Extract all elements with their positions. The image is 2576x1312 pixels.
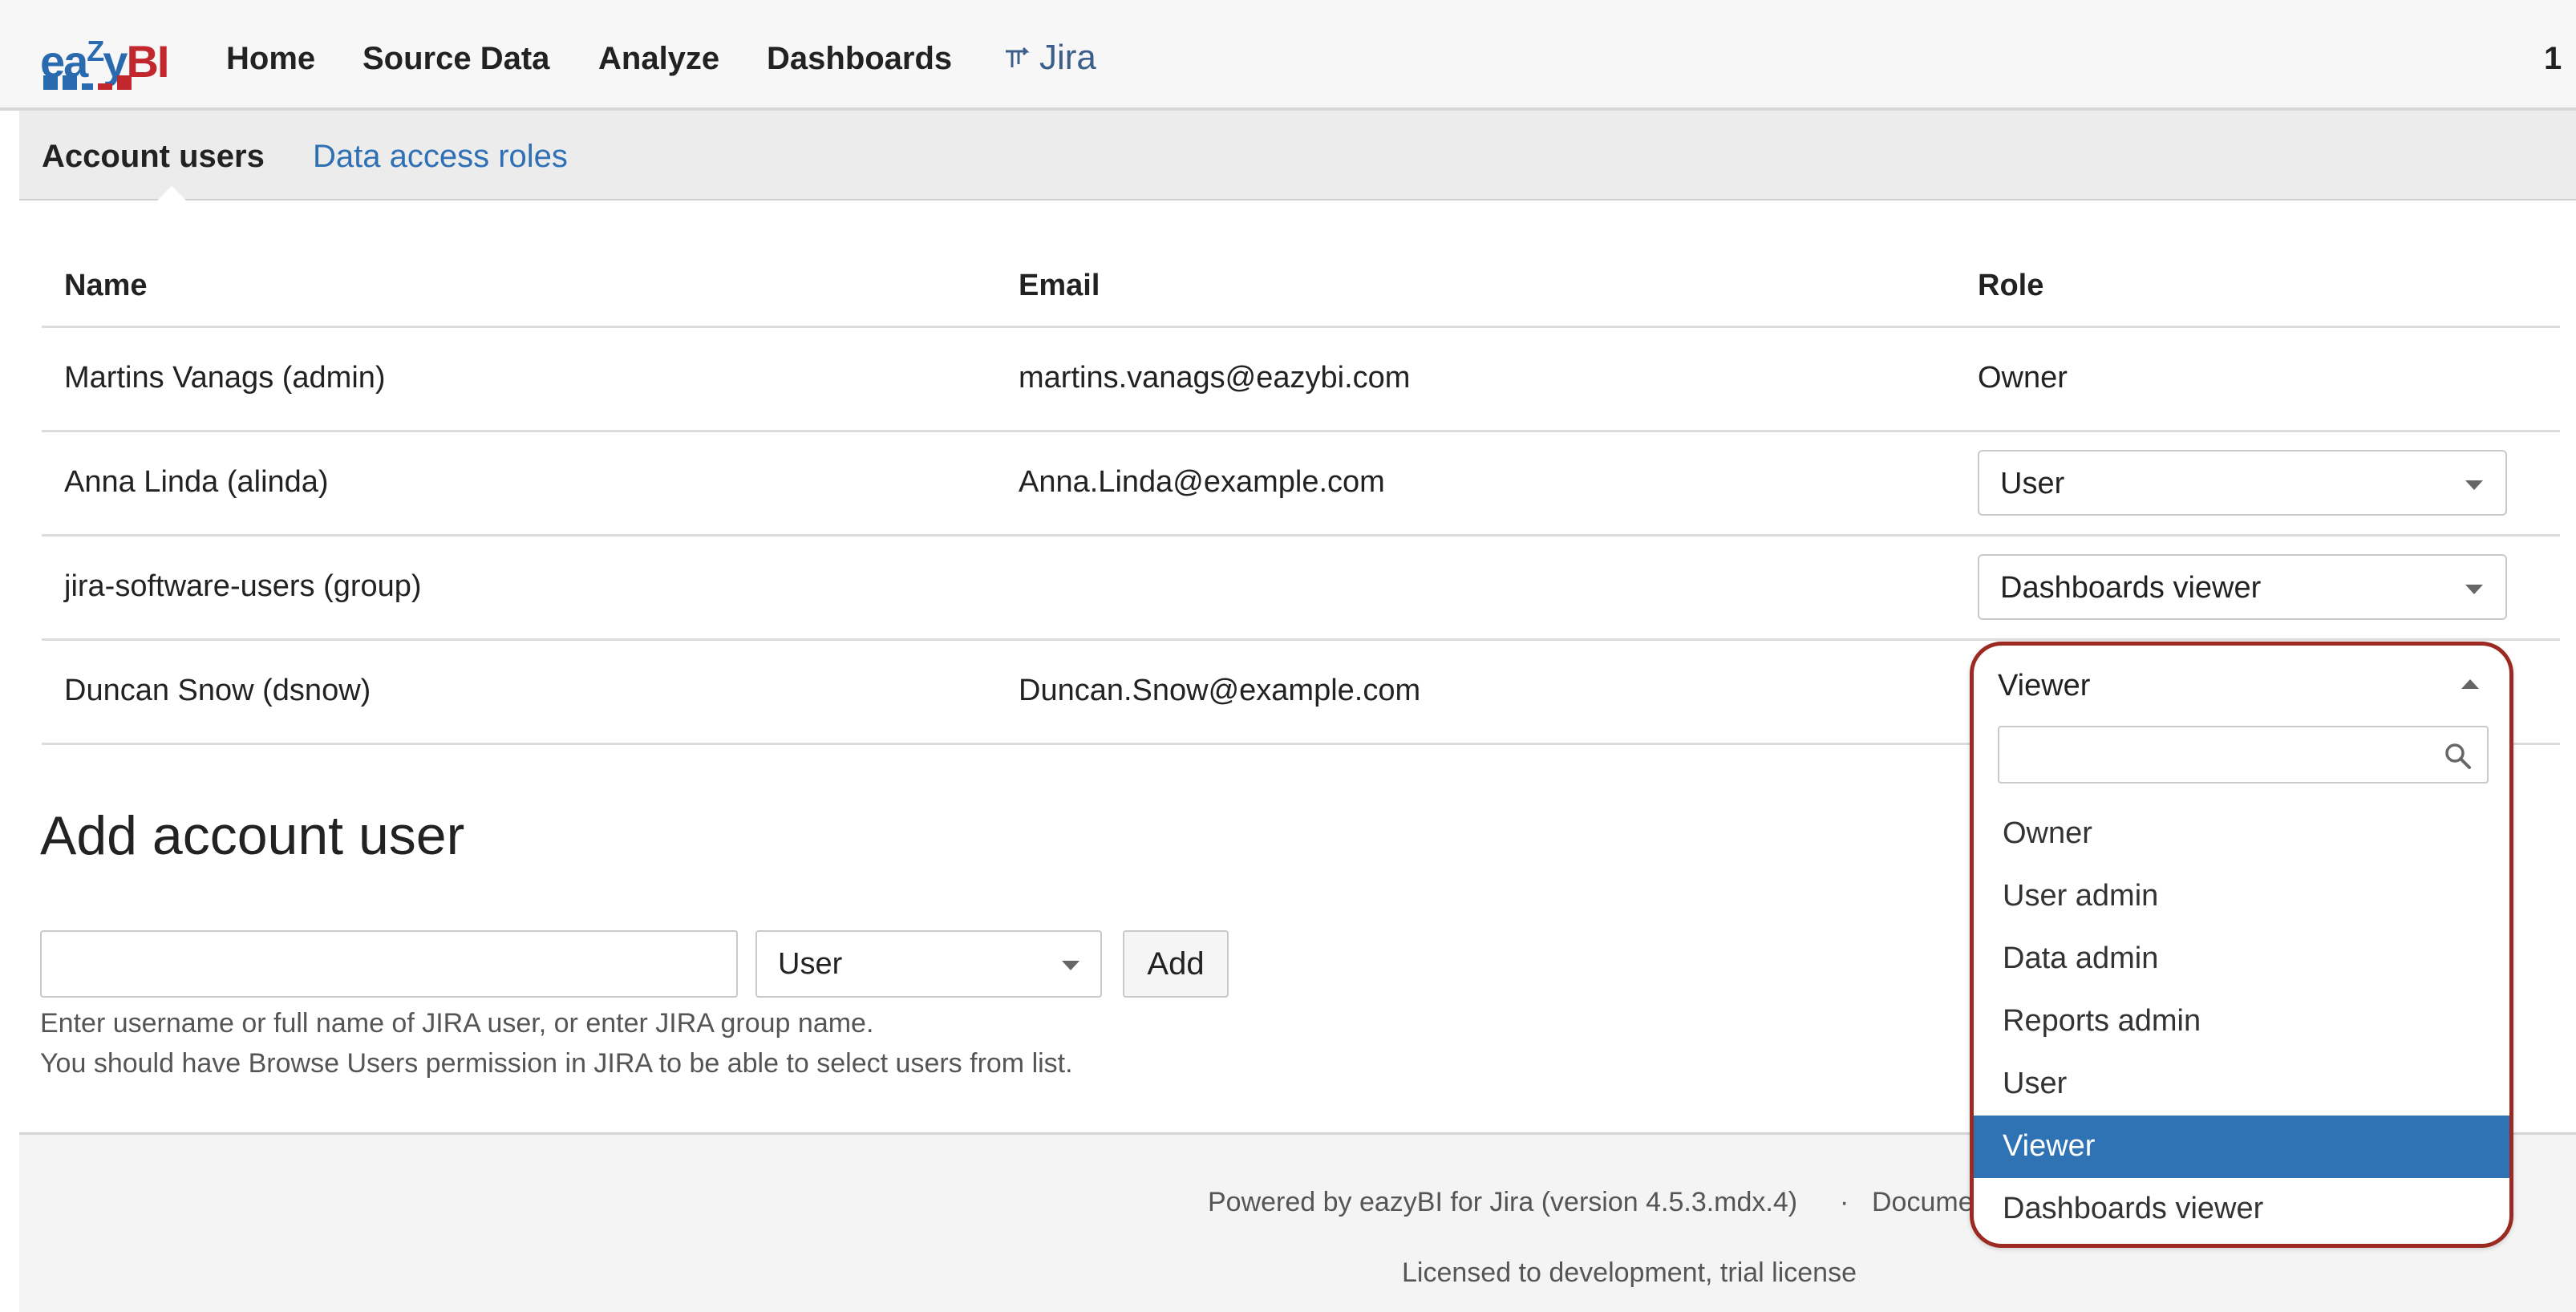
add-user-role-select[interactable]: User	[755, 930, 1102, 998]
table-row: Martins Vanags (admin) martins.vanags@ea…	[42, 328, 2560, 432]
user-name: jira-software-users (group)	[64, 569, 422, 603]
nav-home[interactable]: Home	[226, 38, 315, 79]
role-option-data-admin[interactable]: Data admin	[1974, 928, 2509, 990]
top-navigation: eaZyBI Home Source Data Analyze Dashboar…	[0, 0, 2576, 111]
role-option-list: Owner User admin Data admin Reports admi…	[1974, 803, 2509, 1241]
user-role: Owner	[1978, 361, 2068, 395]
user-name: Duncan Snow (dsnow)	[64, 674, 371, 707]
nav-jira-link[interactable]: Jira	[1002, 35, 1096, 80]
role-option-user-admin[interactable]: User admin	[1974, 865, 2509, 928]
logo-bars-icon	[43, 75, 136, 90]
role-option-user[interactable]: User	[1974, 1053, 2509, 1116]
table-row: Anna Linda (alinda) Anna.Linda@example.c…	[42, 432, 2560, 537]
table-row: jira-software-users (group) Dashboards v…	[42, 537, 2560, 641]
footer-separator: ·	[1840, 1187, 1849, 1217]
column-header-email: Email	[1019, 269, 1100, 302]
user-email: martins.vanags@eazybi.com	[1019, 361, 1411, 395]
help-text-line-1: Enter username or full name of JIRA user…	[40, 1008, 874, 1039]
help-text-line-2: You should have Browse Users permission …	[40, 1048, 1073, 1079]
nav-analyze[interactable]: Analyze	[598, 38, 719, 79]
search-icon	[2445, 743, 2471, 769]
table-header: Name Email Role	[42, 241, 2560, 328]
add-account-user-heading: Add account user	[40, 805, 465, 866]
jira-icon	[1006, 47, 1030, 67]
user-email: Duncan.Snow@example.com	[1019, 674, 1421, 707]
role-select-value: User	[2000, 467, 2065, 500]
footer-license: Licensed to development, trial license	[1402, 1257, 1857, 1288]
footer-powered-by: Powered by eazyBI for Jira (version 4.5.…	[1208, 1187, 1798, 1217]
role-select[interactable]: Dashboards viewer	[1978, 554, 2507, 620]
user-name: Anna Linda (alinda)	[64, 465, 329, 499]
role-dropdown-open[interactable]: Viewer Owner User admin Data admin Repor…	[1970, 642, 2513, 1248]
add-user-role-value: User	[778, 947, 843, 981]
sub-navigation: Account users Data access roles	[19, 111, 2576, 200]
role-select-value: Dashboards viewer	[2000, 571, 2262, 605]
user-email: Anna.Linda@example.com	[1019, 465, 1385, 499]
role-select[interactable]: User	[1978, 450, 2507, 516]
user-menu-fragment[interactable]: 1	[2544, 38, 2562, 79]
footer-documentation-link[interactable]: Docume	[1872, 1184, 1974, 1220]
role-option-owner[interactable]: Owner	[1974, 803, 2509, 865]
role-dropdown-current-value[interactable]: Viewer	[1998, 666, 2090, 705]
role-option-dashboards-viewer[interactable]: Dashboards viewer	[1974, 1178, 2509, 1241]
nav-source-data[interactable]: Source Data	[363, 38, 549, 79]
chevron-up-icon[interactable]	[2461, 679, 2479, 689]
chevron-down-icon	[2465, 585, 2483, 594]
user-name: Martins Vanags (admin)	[64, 361, 386, 395]
active-tab-caret-icon	[157, 186, 186, 200]
role-dropdown-search-input[interactable]	[1998, 726, 2489, 784]
chevron-down-icon	[1062, 961, 1079, 970]
chevron-down-icon	[2465, 480, 2483, 490]
tab-account-users[interactable]: Account users	[42, 136, 265, 176]
role-option-viewer[interactable]: Viewer	[1974, 1116, 2509, 1178]
role-option-reports-admin[interactable]: Reports admin	[1974, 990, 2509, 1053]
column-header-role: Role	[1978, 269, 2044, 302]
add-user-button[interactable]: Add	[1123, 930, 1229, 998]
eazybi-logo[interactable]: eaZyBI	[40, 27, 183, 91]
tab-data-access-roles[interactable]: Data access roles	[313, 136, 568, 176]
nav-dashboards[interactable]: Dashboards	[767, 38, 952, 79]
column-header-name: Name	[64, 269, 148, 302]
add-user-input[interactable]	[40, 930, 738, 998]
